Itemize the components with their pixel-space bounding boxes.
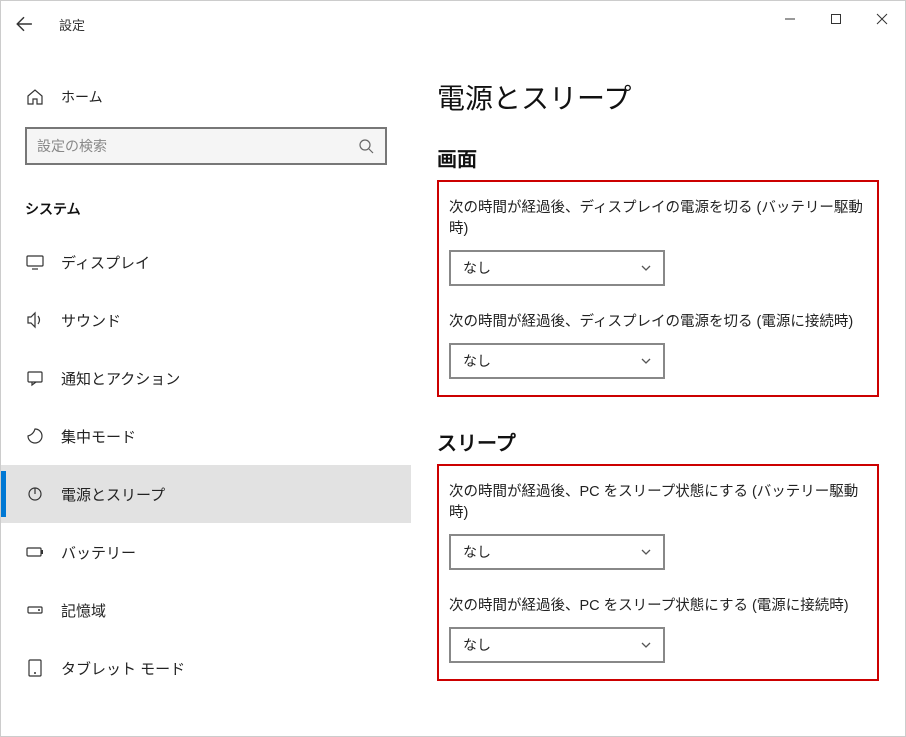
nav-item-tablet[interactable]: タブレット モード — [1, 639, 411, 697]
maximize-button[interactable] — [813, 1, 859, 37]
nav-label: 通知とアクション — [61, 368, 180, 389]
nav-item-storage[interactable]: 記憶域 — [1, 581, 411, 639]
back-button[interactable] — [1, 1, 47, 47]
search-icon — [357, 137, 375, 155]
dropdown-value: なし — [463, 258, 491, 278]
nav-label: バッテリー — [61, 542, 136, 563]
setting-label: 次の時間が経過後、ディスプレイの電源を切る (バッテリー駆動時) — [449, 196, 867, 238]
dropdown-screen-plugged[interactable]: なし — [449, 343, 665, 379]
sidebar: ホーム システム ディスプレイ サウンド 通知とアクション — [1, 47, 411, 736]
dropdown-value: なし — [463, 351, 491, 371]
nav-item-battery[interactable]: バッテリー — [1, 523, 411, 581]
tablet-icon — [25, 658, 45, 678]
setting-label: 次の時間が経過後、ディスプレイの電源を切る (電源に接続時) — [449, 310, 867, 331]
back-arrow-icon — [15, 15, 33, 33]
storage-icon — [25, 600, 45, 620]
nav-label: サウンド — [61, 310, 121, 331]
setting-label: 次の時間が経過後、PC をスリープ状態にする (バッテリー駆動時) — [449, 480, 867, 522]
close-button[interactable] — [859, 1, 905, 37]
dropdown-sleep-plugged[interactable]: なし — [449, 627, 665, 663]
nav-item-notifications[interactable]: 通知とアクション — [1, 349, 411, 407]
home-icon — [25, 87, 45, 107]
chevron-down-icon — [639, 261, 653, 275]
search-input[interactable] — [37, 138, 357, 154]
nav-label: 記憶域 — [61, 600, 106, 621]
window-controls — [767, 1, 905, 37]
chevron-down-icon — [639, 638, 653, 652]
screen-settings-box: 次の時間が経過後、ディスプレイの電源を切る (バッテリー駆動時) なし 次の時間… — [437, 180, 879, 397]
minimize-icon — [784, 13, 796, 25]
nav-label: 電源とスリープ — [61, 484, 165, 505]
sound-icon — [25, 310, 45, 330]
nav-label: タブレット モード — [61, 658, 185, 679]
minimize-button[interactable] — [767, 1, 813, 37]
power-icon — [25, 484, 45, 504]
notifications-icon — [25, 368, 45, 388]
setting-sleep-plugged: 次の時間が経過後、PC をスリープ状態にする (電源に接続時) なし — [449, 594, 867, 663]
nav-item-focus[interactable]: 集中モード — [1, 407, 411, 465]
section-sleep-title: スリープ — [437, 427, 879, 456]
close-icon — [876, 13, 888, 25]
titlebar: 設定 — [1, 1, 905, 47]
nav-label: ディスプレイ — [61, 252, 150, 273]
window-title: 設定 — [59, 15, 85, 34]
nav-item-display[interactable]: ディスプレイ — [1, 233, 411, 291]
category-heading: システム — [1, 185, 411, 233]
chevron-down-icon — [639, 545, 653, 559]
home-link[interactable]: ホーム — [1, 77, 411, 117]
setting-label: 次の時間が経過後、PC をスリープ状態にする (電源に接続時) — [449, 594, 867, 615]
chevron-down-icon — [639, 354, 653, 368]
sleep-settings-box: 次の時間が経過後、PC をスリープ状態にする (バッテリー駆動時) なし 次の時… — [437, 464, 879, 681]
search-box[interactable] — [25, 127, 387, 165]
display-icon — [25, 252, 45, 272]
nav-item-sound[interactable]: サウンド — [1, 291, 411, 349]
dropdown-screen-battery[interactable]: なし — [449, 250, 665, 286]
main-content: 電源とスリープ 画面 次の時間が経過後、ディスプレイの電源を切る (バッテリー駆… — [411, 47, 905, 736]
setting-sleep-battery: 次の時間が経過後、PC をスリープ状態にする (バッテリー駆動時) なし — [449, 480, 867, 570]
setting-screen-plugged: 次の時間が経過後、ディスプレイの電源を切る (電源に接続時) なし — [449, 310, 867, 379]
setting-screen-battery: 次の時間が経過後、ディスプレイの電源を切る (バッテリー駆動時) なし — [449, 196, 867, 286]
nav-label: 集中モード — [61, 426, 136, 447]
home-label: ホーム — [61, 87, 103, 107]
section-screen-title: 画面 — [437, 143, 879, 172]
maximize-icon — [830, 13, 842, 25]
nav-item-power[interactable]: 電源とスリープ — [1, 465, 411, 523]
page-title: 電源とスリープ — [437, 77, 879, 117]
focus-icon — [25, 426, 45, 446]
dropdown-value: なし — [463, 542, 491, 562]
dropdown-sleep-battery[interactable]: なし — [449, 534, 665, 570]
battery-icon — [25, 542, 45, 562]
dropdown-value: なし — [463, 635, 491, 655]
